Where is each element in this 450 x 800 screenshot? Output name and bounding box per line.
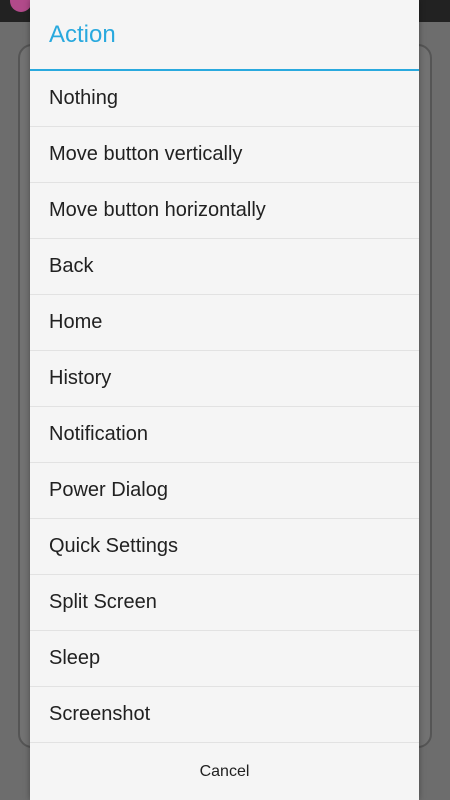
list-item-screenshot[interactable]: Screenshot xyxy=(30,687,419,743)
list-item-power-dialog[interactable]: Power Dialog xyxy=(30,463,419,519)
dialog-title: Action xyxy=(49,21,116,48)
list-item-split-screen[interactable]: Split Screen xyxy=(30,575,419,631)
action-list: Nothing Move button vertically Move butt… xyxy=(30,71,419,743)
list-item-quick-settings[interactable]: Quick Settings xyxy=(30,519,419,575)
action-dialog: Action Nothing Move button vertically Mo… xyxy=(30,0,419,800)
list-item-notification[interactable]: Notification xyxy=(30,407,419,463)
list-item-move-horizontally[interactable]: Move button horizontally xyxy=(30,183,419,239)
list-item-home[interactable]: Home xyxy=(30,295,419,351)
list-item-move-vertically[interactable]: Move button vertically xyxy=(30,127,419,183)
dialog-footer: Cancel xyxy=(30,744,419,800)
list-item-history[interactable]: History xyxy=(30,351,419,407)
list-item-sleep[interactable]: Sleep xyxy=(30,631,419,687)
list-item-nothing[interactable]: Nothing xyxy=(30,71,419,127)
cancel-button[interactable]: Cancel xyxy=(184,757,266,787)
app-icon xyxy=(10,0,32,12)
list-item-back[interactable]: Back xyxy=(30,239,419,295)
screen: Action Nothing Move button vertically Mo… xyxy=(0,0,450,800)
